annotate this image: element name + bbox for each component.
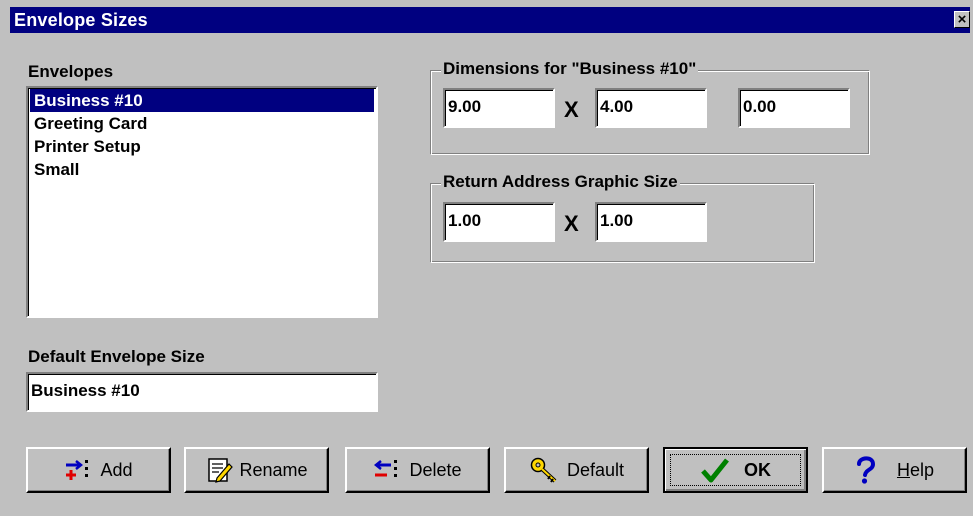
help-button-label: Help (896, 459, 935, 480)
window-title: Envelope Sizes (14, 10, 148, 30)
ok-button-label: OK (744, 459, 771, 480)
dimension-height-input[interactable]: 4.00 (595, 88, 707, 128)
rename-button[interactable]: Rename (184, 447, 329, 493)
return-address-height-input[interactable]: 1.00 (595, 202, 707, 242)
title-bar[interactable]: Envelope Sizes × (10, 7, 970, 33)
question-icon (855, 455, 877, 485)
delete-button-label: Delete (409, 459, 462, 480)
envelopes-label: Envelopes (28, 62, 114, 81)
checkmark-icon (700, 457, 730, 483)
default-envelope-size-label: Default Envelope Size (28, 347, 205, 366)
return-address-height-value: 1.00 (600, 211, 634, 230)
add-icon (64, 458, 90, 482)
dimension-height-value: 4.00 (600, 97, 634, 116)
return-address-x-separator: X (564, 211, 579, 236)
default-button[interactable]: Default (504, 447, 649, 493)
key-icon (529, 456, 559, 484)
add-button[interactable]: Add (26, 447, 171, 493)
help-button[interactable]: Help (822, 447, 967, 493)
default-envelope-size-field[interactable]: Business #10 (26, 372, 378, 412)
list-item-printer-setup[interactable]: Printer Setup (28, 135, 376, 158)
envelope-sizes-dialog: Envelope Sizes × Envelopes Business #10 … (0, 0, 975, 516)
dimension-third-value: 0.00 (743, 97, 777, 116)
delete-icon (373, 458, 399, 482)
close-icon: × (957, 11, 967, 28)
delete-button[interactable]: Delete (345, 447, 490, 493)
dimensions-x-separator: X (564, 97, 579, 122)
dimension-third-input[interactable]: 0.00 (738, 88, 850, 128)
dimensions-legend: Dimensions for "Business #10" (441, 59, 699, 79)
rename-button-label: Rename (239, 459, 308, 480)
list-item-business-10[interactable]: Business #10 (30, 89, 374, 112)
ok-button[interactable]: OK (663, 447, 808, 493)
ok-focus-ring (670, 454, 801, 486)
default-button-label: Default (566, 459, 625, 480)
list-item-small[interactable]: Small (28, 158, 376, 181)
return-address-width-value: 1.00 (448, 211, 482, 230)
dimension-width-input[interactable]: 9.00 (443, 88, 555, 128)
envelopes-listbox[interactable]: Business #10 Greeting Card Printer Setup… (26, 86, 378, 318)
rename-icon (205, 456, 234, 484)
close-button[interactable]: × (954, 11, 970, 28)
dimension-width-value: 9.00 (448, 97, 482, 116)
return-address-width-input[interactable]: 1.00 (443, 202, 555, 242)
return-address-legend: Return Address Graphic Size (441, 172, 680, 192)
list-item-greeting-card[interactable]: Greeting Card (28, 112, 376, 135)
default-envelope-size-value: Business #10 (31, 381, 140, 400)
add-button-label: Add (100, 459, 133, 480)
